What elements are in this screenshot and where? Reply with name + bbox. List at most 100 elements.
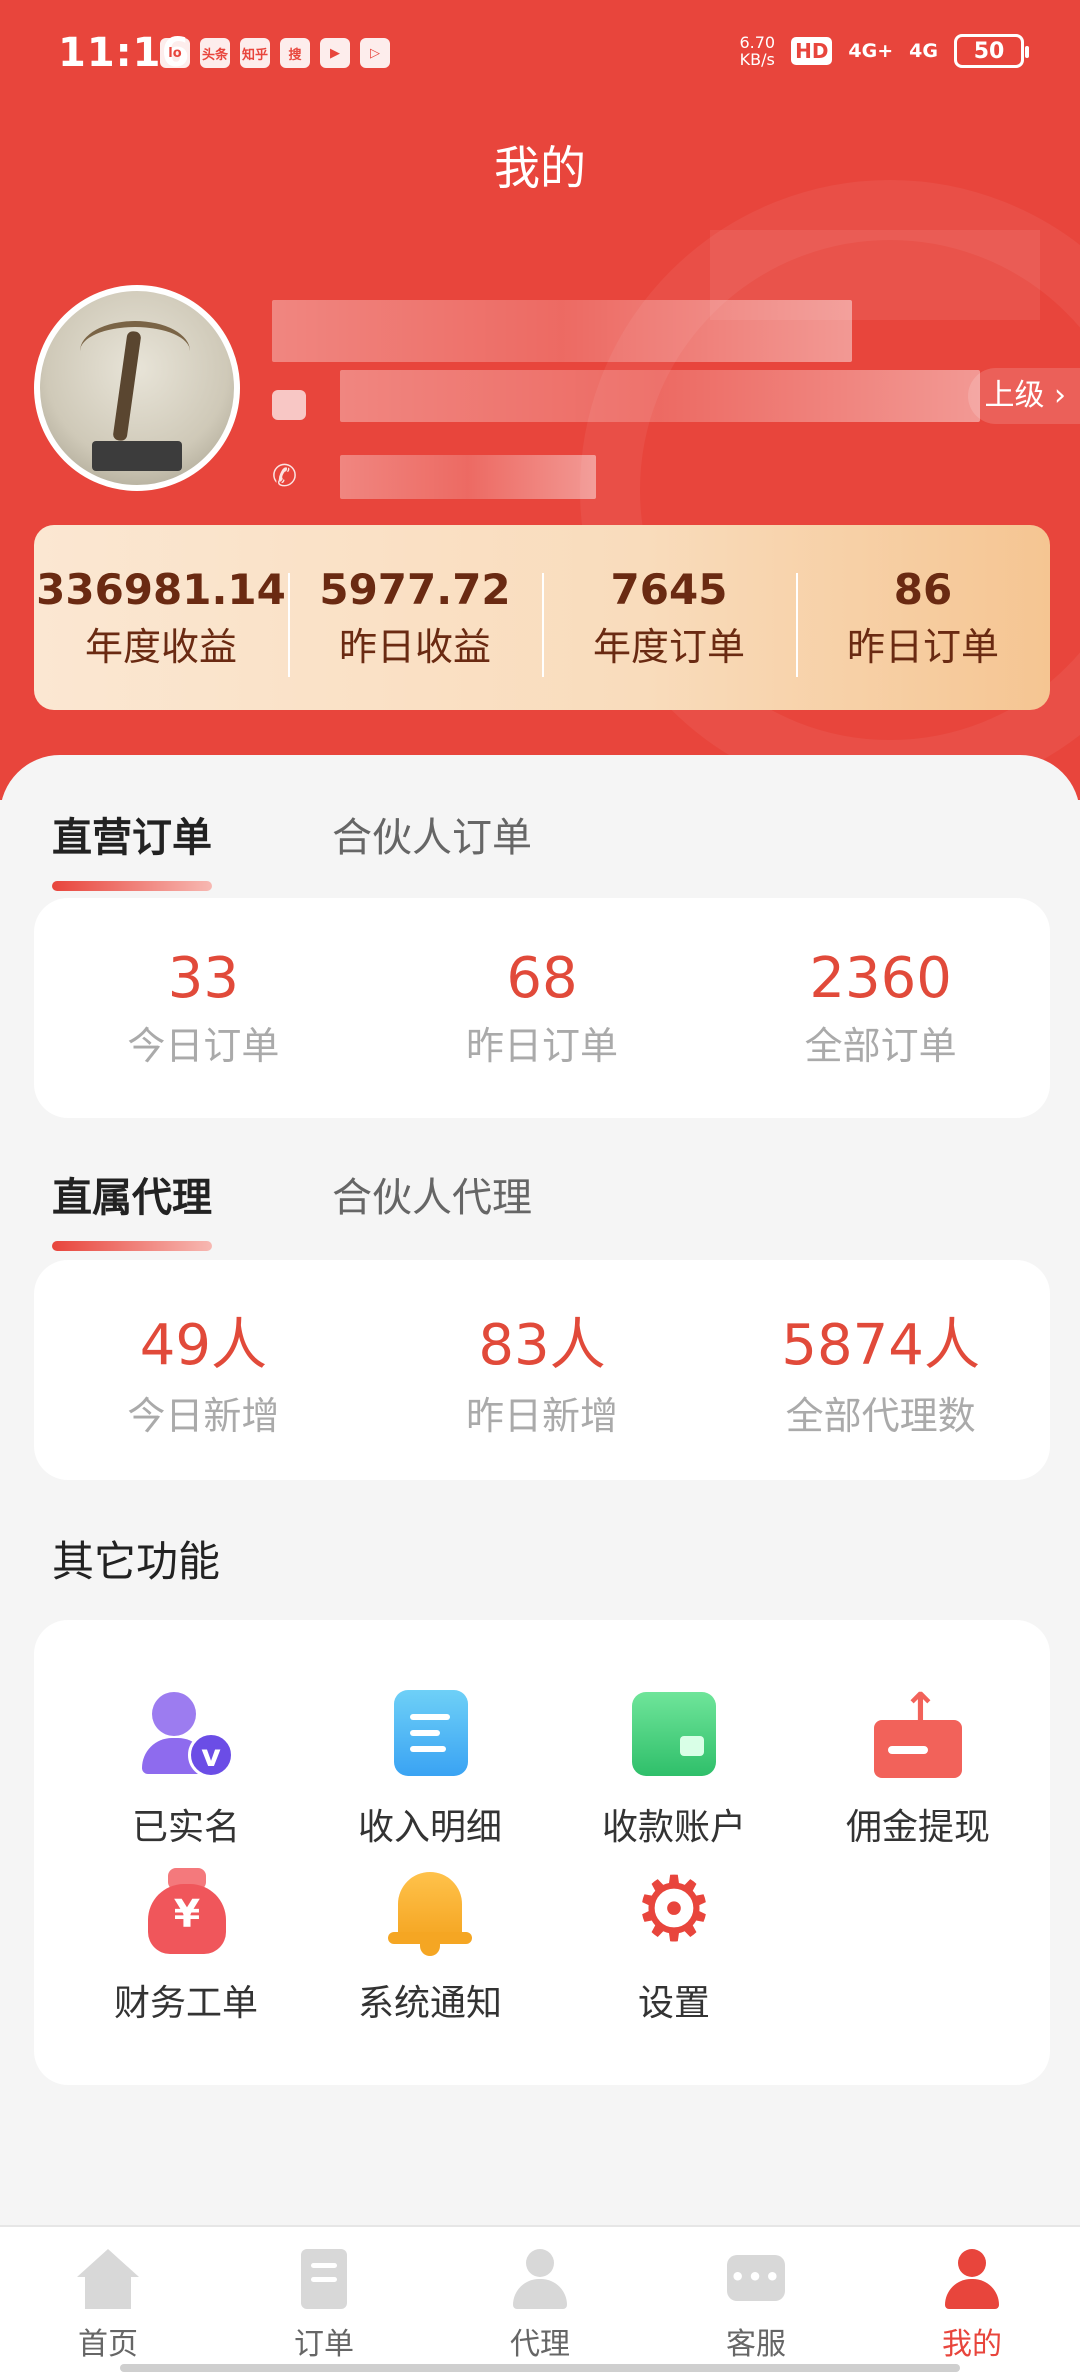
blurred-shop-name [340, 370, 980, 422]
nav-agents[interactable]: 代理 [432, 2227, 648, 2376]
bell-icon [384, 1864, 476, 1956]
nav-home[interactable]: 首页 [0, 2227, 216, 2376]
stat-value: 86 [893, 564, 953, 614]
order-icon [293, 2249, 355, 2309]
stat-yesterday-orders[interactable]: 86 昨日订单 [796, 564, 1050, 677]
nav-service[interactable]: ••• 客服 [648, 2227, 864, 2376]
profile-header: 11:16 lo 头条 知乎 搜 ▶ ▷ 6.70 KB/s HD 4G+ 4G… [0, 0, 1080, 800]
nav-label: 我的 [942, 2327, 1002, 2362]
net-speed-unit: KB/s [739, 50, 775, 69]
tab-direct-orders[interactable]: 直营订单 [52, 805, 212, 891]
battery-icon: 50 [954, 34, 1029, 68]
func-commission-withdraw[interactable]: ↑ 佣金提现 [796, 1688, 1040, 1850]
avatar[interactable] [34, 285, 240, 491]
phone-icon: ✆ [272, 459, 298, 494]
func-label: 财务工单 [113, 1983, 258, 2024]
count-value: 5874人 [781, 1313, 980, 1378]
stat-label: 年度收益 [84, 624, 237, 669]
wallet-icon [628, 1688, 720, 1780]
functions-grid: v 已实名 收入明细 收款账户 ↑ 佣金提现 ¥ 财务工单 系统通知 ⚙ 设置 [34, 1620, 1050, 2085]
count-value: 68 [506, 946, 578, 1011]
profile-icon [941, 2249, 1003, 2309]
stat-value: 7645 [610, 564, 728, 614]
page-title: 我的 [494, 141, 586, 195]
count-value: 83人 [478, 1313, 606, 1378]
earnings-stats-card: 336981.14 年度收益 5977.72 昨日收益 7645 年度订单 86… [34, 525, 1050, 710]
service-icon: ••• [725, 2249, 787, 2309]
video-notification-icon: ▶ [320, 38, 350, 68]
func-income-detail[interactable]: 收入明细 [308, 1688, 552, 1850]
today-new-agents[interactable]: 49人 今日新增 [34, 1300, 373, 1440]
func-verified[interactable]: v 已实名 [64, 1688, 308, 1850]
nav-orders[interactable]: 订单 [216, 2227, 432, 2376]
count-label: 全部订单 [804, 1024, 957, 1068]
tab-partner-orders[interactable]: 合伙人订单 [332, 805, 532, 875]
all-agents[interactable]: 5874人 全部代理数 [711, 1300, 1050, 1440]
money-bag-icon: ¥ [140, 1864, 232, 1956]
upper-level-button[interactable]: 上级 › [968, 368, 1080, 424]
agent-icon [509, 2249, 571, 2309]
verified-user-icon: v [140, 1688, 234, 1780]
stat-label: 昨日订单 [846, 624, 999, 669]
avatar-pot [92, 441, 182, 471]
nav-label: 代理 [510, 2327, 570, 2362]
count-label: 今日订单 [127, 1024, 280, 1068]
today-orders[interactable]: 33 今日订单 [34, 946, 373, 1070]
func-label: 收款账户 [601, 1807, 746, 1848]
count-value: 2360 [809, 946, 952, 1011]
status-app-icons: lo 头条 知乎 搜 ▶ ▷ [160, 38, 390, 68]
stat-yesterday-income[interactable]: 5977.72 昨日收益 [288, 564, 542, 677]
stat-value: 5977.72 [319, 564, 511, 614]
verified-mark: v [188, 1732, 234, 1778]
shop-icon [272, 390, 306, 420]
count-label: 昨日新增 [466, 1394, 619, 1438]
status-right: 6.70 KB/s HD 4G+ 4G 50 [739, 34, 1029, 68]
func-system-notice[interactable]: 系统通知 [308, 1864, 552, 2026]
signal-icon: 4G+ [848, 40, 894, 62]
withdraw-icon: ↑ [872, 1688, 964, 1780]
order-tabs: 直营订单 合伙人订单 [52, 805, 652, 891]
stat-annual-income[interactable]: 336981.14 年度收益 [34, 565, 288, 671]
func-label: 已实名 [131, 1807, 240, 1848]
func-payment-account[interactable]: 收款账户 [552, 1688, 796, 1850]
bottom-nav: 首页 订单 代理 ••• 客服 我的 [0, 2225, 1080, 2376]
zhihu-notification-icon: 知乎 [240, 38, 270, 68]
yen-symbol: ¥ [173, 1892, 201, 1936]
yesterday-orders[interactable]: 68 昨日订单 [373, 946, 712, 1070]
blurred-phone [340, 455, 596, 499]
status-bar: 11:16 lo 头条 知乎 搜 ▶ ▷ 6.70 KB/s HD 4G+ 4G… [0, 0, 1080, 110]
yesterday-new-agents[interactable]: 83人 昨日新增 [373, 1300, 712, 1440]
home-indicator[interactable] [120, 2364, 960, 2372]
count-label: 全部代理数 [785, 1394, 976, 1438]
other-functions-title: 其它功能 [52, 1537, 221, 1586]
func-settings[interactable]: ⚙ 设置 [552, 1864, 796, 2026]
count-value: 49人 [139, 1313, 267, 1378]
income-detail-icon [384, 1688, 476, 1780]
tab-direct-agents[interactable]: 直属代理 [52, 1165, 212, 1251]
stat-label: 年度订单 [592, 624, 745, 669]
toutiao-notification-icon: 头条 [200, 38, 230, 68]
order-stats-card: 33 今日订单 68 昨日订单 2360 全部订单 [34, 898, 1050, 1118]
nav-label: 订单 [294, 2327, 354, 2362]
all-orders[interactable]: 2360 全部订单 [711, 946, 1050, 1070]
blurred-username [272, 300, 852, 362]
search-notification-icon: 搜 [280, 38, 310, 68]
count-value: 33 [167, 946, 239, 1011]
stat-label: 昨日收益 [338, 624, 491, 669]
agent-tabs: 直属代理 合伙人代理 [52, 1165, 652, 1251]
count-label: 昨日订单 [466, 1024, 619, 1068]
home-icon [77, 2249, 139, 2309]
func-finance-ticket[interactable]: ¥ 财务工单 [64, 1864, 308, 2026]
signal-icon-2: 4G [909, 40, 938, 62]
play-notification-icon: ▷ [360, 38, 390, 68]
stat-annual-orders[interactable]: 7645 年度订单 [542, 564, 796, 677]
tab-partner-agents[interactable]: 合伙人代理 [332, 1165, 532, 1235]
chevron-right-icon: › [1054, 378, 1066, 413]
gear-icon: ⚙ [633, 1857, 715, 1962]
stat-value: 336981.14 [36, 564, 286, 614]
agent-stats-card: 49人 今日新增 83人 昨日新增 5874人 全部代理数 [34, 1260, 1050, 1480]
net-speed: 6.70 KB/s [739, 34, 775, 68]
hd-icon: HD [791, 37, 833, 65]
nav-profile[interactable]: 我的 [864, 2227, 1080, 2376]
func-label: 收入明细 [357, 1807, 502, 1848]
